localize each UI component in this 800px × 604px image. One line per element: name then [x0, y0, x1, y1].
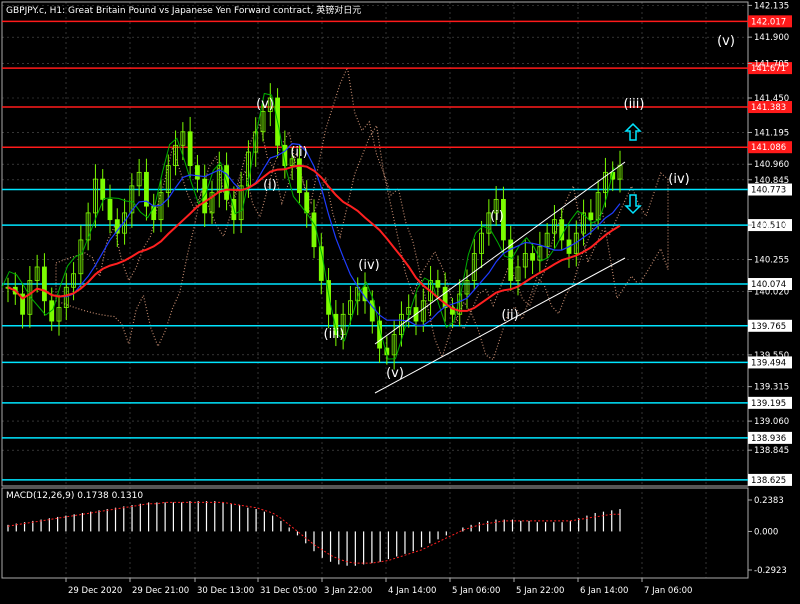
chart-window[interactable]: 142.017 141.671 141.383 141.086 140.773 140.5… [0, 0, 800, 600]
candle-body [107, 198, 113, 221]
price-tick-label: 142.135 [754, 1, 789, 11]
price-tick-label: 139.550 [754, 351, 789, 361]
red-level-label: 141.383 [751, 103, 786, 113]
candle-body [42, 266, 47, 302]
wave-label: (ii) [501, 308, 518, 323]
candle-body [100, 178, 106, 200]
wave-label: (iii) [624, 97, 645, 112]
time-tick-label: 7 Jan 06:00 [644, 586, 692, 596]
cyan-level-label: 139.195 [751, 399, 786, 409]
wave-label: (iv) [668, 172, 689, 187]
chart-background [0, 0, 800, 600]
chart-title: GBPJPY.c, H1: Great Britain Pound vs Jap… [6, 4, 361, 16]
time-tick-label: 31 Dec 05:00 [260, 586, 317, 596]
wave-label: (ii) [290, 145, 307, 160]
price-tick-label: 140.510 [754, 221, 789, 231]
price-tick-label: 139.315 [754, 383, 789, 393]
macd-title: MACD(12,26,9) 0.1738 0.1310 [6, 491, 143, 501]
time-tick-label: 4 Jan 14:00 [388, 586, 436, 596]
candle-body [151, 205, 157, 221]
wave-label: (i) [490, 209, 504, 224]
cyan-level-label: 139.765 [751, 322, 786, 332]
candle-body [195, 165, 200, 180]
time-tick-label: 29 Dec 2020 [68, 586, 122, 596]
macd-tick-label: 0.000 [754, 527, 778, 537]
red-level-label: 142.017 [751, 17, 786, 27]
wave-label: (iii) [324, 327, 345, 342]
candle-body [435, 280, 441, 288]
candle-body [304, 192, 310, 214]
candle-body [297, 158, 302, 194]
price-tick-label: 140.020 [754, 287, 789, 297]
time-tick-label: 6 Jan 14:00 [580, 586, 628, 596]
price-tick-label: 139.060 [754, 417, 789, 427]
wave-label: (v) [386, 366, 404, 381]
red-level-label: 141.086 [751, 143, 786, 153]
price-tick-label: 141.705 [754, 60, 789, 70]
candle-body [311, 212, 317, 248]
price-tick-label: 140.255 [754, 256, 789, 266]
price-tick-label: 138.845 [754, 446, 789, 456]
price-tick-label: 141.450 [754, 94, 789, 104]
candle-body [588, 212, 594, 221]
candle-body [202, 178, 208, 214]
price-tick-label: 140.845 [754, 176, 789, 186]
price-tick-label: 140.960 [754, 160, 789, 170]
cyan-level-label: 140.773 [751, 186, 786, 196]
candle-body [530, 253, 535, 261]
candle-body [559, 219, 565, 241]
macd-tick-label: 0.2383 [754, 496, 784, 506]
candle-body [369, 300, 375, 322]
time-tick-label: 3 Jan 22:00 [324, 586, 372, 596]
time-tick-label: 5 Jan 22:00 [516, 586, 564, 596]
wave-label: (i) [263, 178, 277, 193]
chart-svg[interactable]: 142.017141.671141.383141.086140.773140.5… [0, 0, 800, 600]
time-tick-label: 30 Dec 13:00 [197, 586, 254, 596]
time-tick-label: 29 Dec 21:00 [132, 586, 189, 596]
wave-label: (v) [256, 97, 274, 112]
price-tick-label: 141.195 [754, 128, 789, 138]
price-tick-label: 141.900 [754, 33, 789, 43]
time-tick-label: 5 Jan 06:00 [452, 586, 500, 596]
candle-body [187, 131, 193, 166]
cyan-level-label: 138.625 [751, 476, 786, 486]
wave-label: (v) [717, 34, 735, 49]
cyan-level-label: 138.936 [751, 434, 786, 444]
macd-tick-label: -0.2923 [754, 566, 787, 576]
wave-label: (iv) [358, 258, 379, 273]
